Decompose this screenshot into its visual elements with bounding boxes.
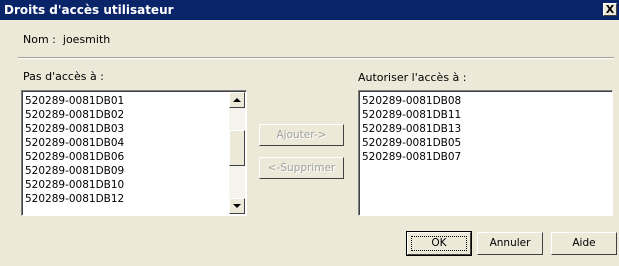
user-name-row: Nom : joesmith xyxy=(23,33,110,46)
arrow-up-icon xyxy=(233,98,241,102)
ok-label: OK xyxy=(431,237,447,249)
allow-access-items: 520289-0081DB08 520289-0081DB11 520289-0… xyxy=(362,94,461,164)
allow-access-label: Autoriser l'accès à : xyxy=(358,71,467,84)
user-name-label: Nom : xyxy=(23,33,56,46)
allow-access-listbox[interactable]: 520289-0081DB08 520289-0081DB11 520289-0… xyxy=(358,90,613,216)
list-item[interactable]: 520289-0081DB04 xyxy=(25,136,124,150)
list-item[interactable]: 520289-0081DB11 xyxy=(362,108,461,122)
vertical-scrollbar[interactable] xyxy=(229,92,245,214)
no-access-listbox[interactable]: 520289-0081DB01 520289-0081DB02 520289-0… xyxy=(21,90,247,216)
list-item[interactable]: 520289-0081DB09 xyxy=(25,164,124,178)
help-button[interactable]: Aide xyxy=(551,232,617,255)
list-item[interactable]: 520289-0081DB07 xyxy=(362,150,461,164)
list-item[interactable]: 520289-0081DB10 xyxy=(25,178,124,192)
ok-button[interactable]: OK xyxy=(406,231,472,256)
list-item[interactable]: 520289-0081DB13 xyxy=(362,122,461,136)
list-item[interactable]: 520289-0081DB05 xyxy=(362,136,461,150)
cancel-button[interactable]: Annuler xyxy=(477,232,543,255)
add-button[interactable]: Ajouter-> xyxy=(259,124,344,146)
scroll-up-button[interactable] xyxy=(229,92,245,108)
list-item[interactable]: 520289-0081DB02 xyxy=(25,108,124,122)
list-item[interactable]: 520289-0081DB06 xyxy=(25,150,124,164)
list-item[interactable]: 520289-0081DB03 xyxy=(25,122,124,136)
access-rights-dialog: Droits d'accès utilisateur X Nom : joesm… xyxy=(0,0,619,266)
window-title: Droits d'accès utilisateur xyxy=(4,3,174,17)
arrow-down-icon xyxy=(233,204,241,208)
remove-button[interactable]: <-Supprimer xyxy=(259,157,344,179)
divider xyxy=(18,57,614,59)
scroll-down-button[interactable] xyxy=(229,198,245,214)
list-item[interactable]: 520289-0081DB08 xyxy=(362,94,461,108)
close-button[interactable]: X xyxy=(603,3,617,16)
user-name-value: joesmith xyxy=(62,33,111,46)
title-bar[interactable]: Droits d'accès utilisateur X xyxy=(0,0,619,20)
scrollbar-thumb[interactable] xyxy=(229,130,245,166)
no-access-label: Pas d'accès à : xyxy=(23,70,104,83)
list-item[interactable]: 520289-0081DB12 xyxy=(25,192,124,206)
no-access-items: 520289-0081DB01 520289-0081DB02 520289-0… xyxy=(25,94,124,206)
list-item[interactable]: 520289-0081DB01 xyxy=(25,94,124,108)
